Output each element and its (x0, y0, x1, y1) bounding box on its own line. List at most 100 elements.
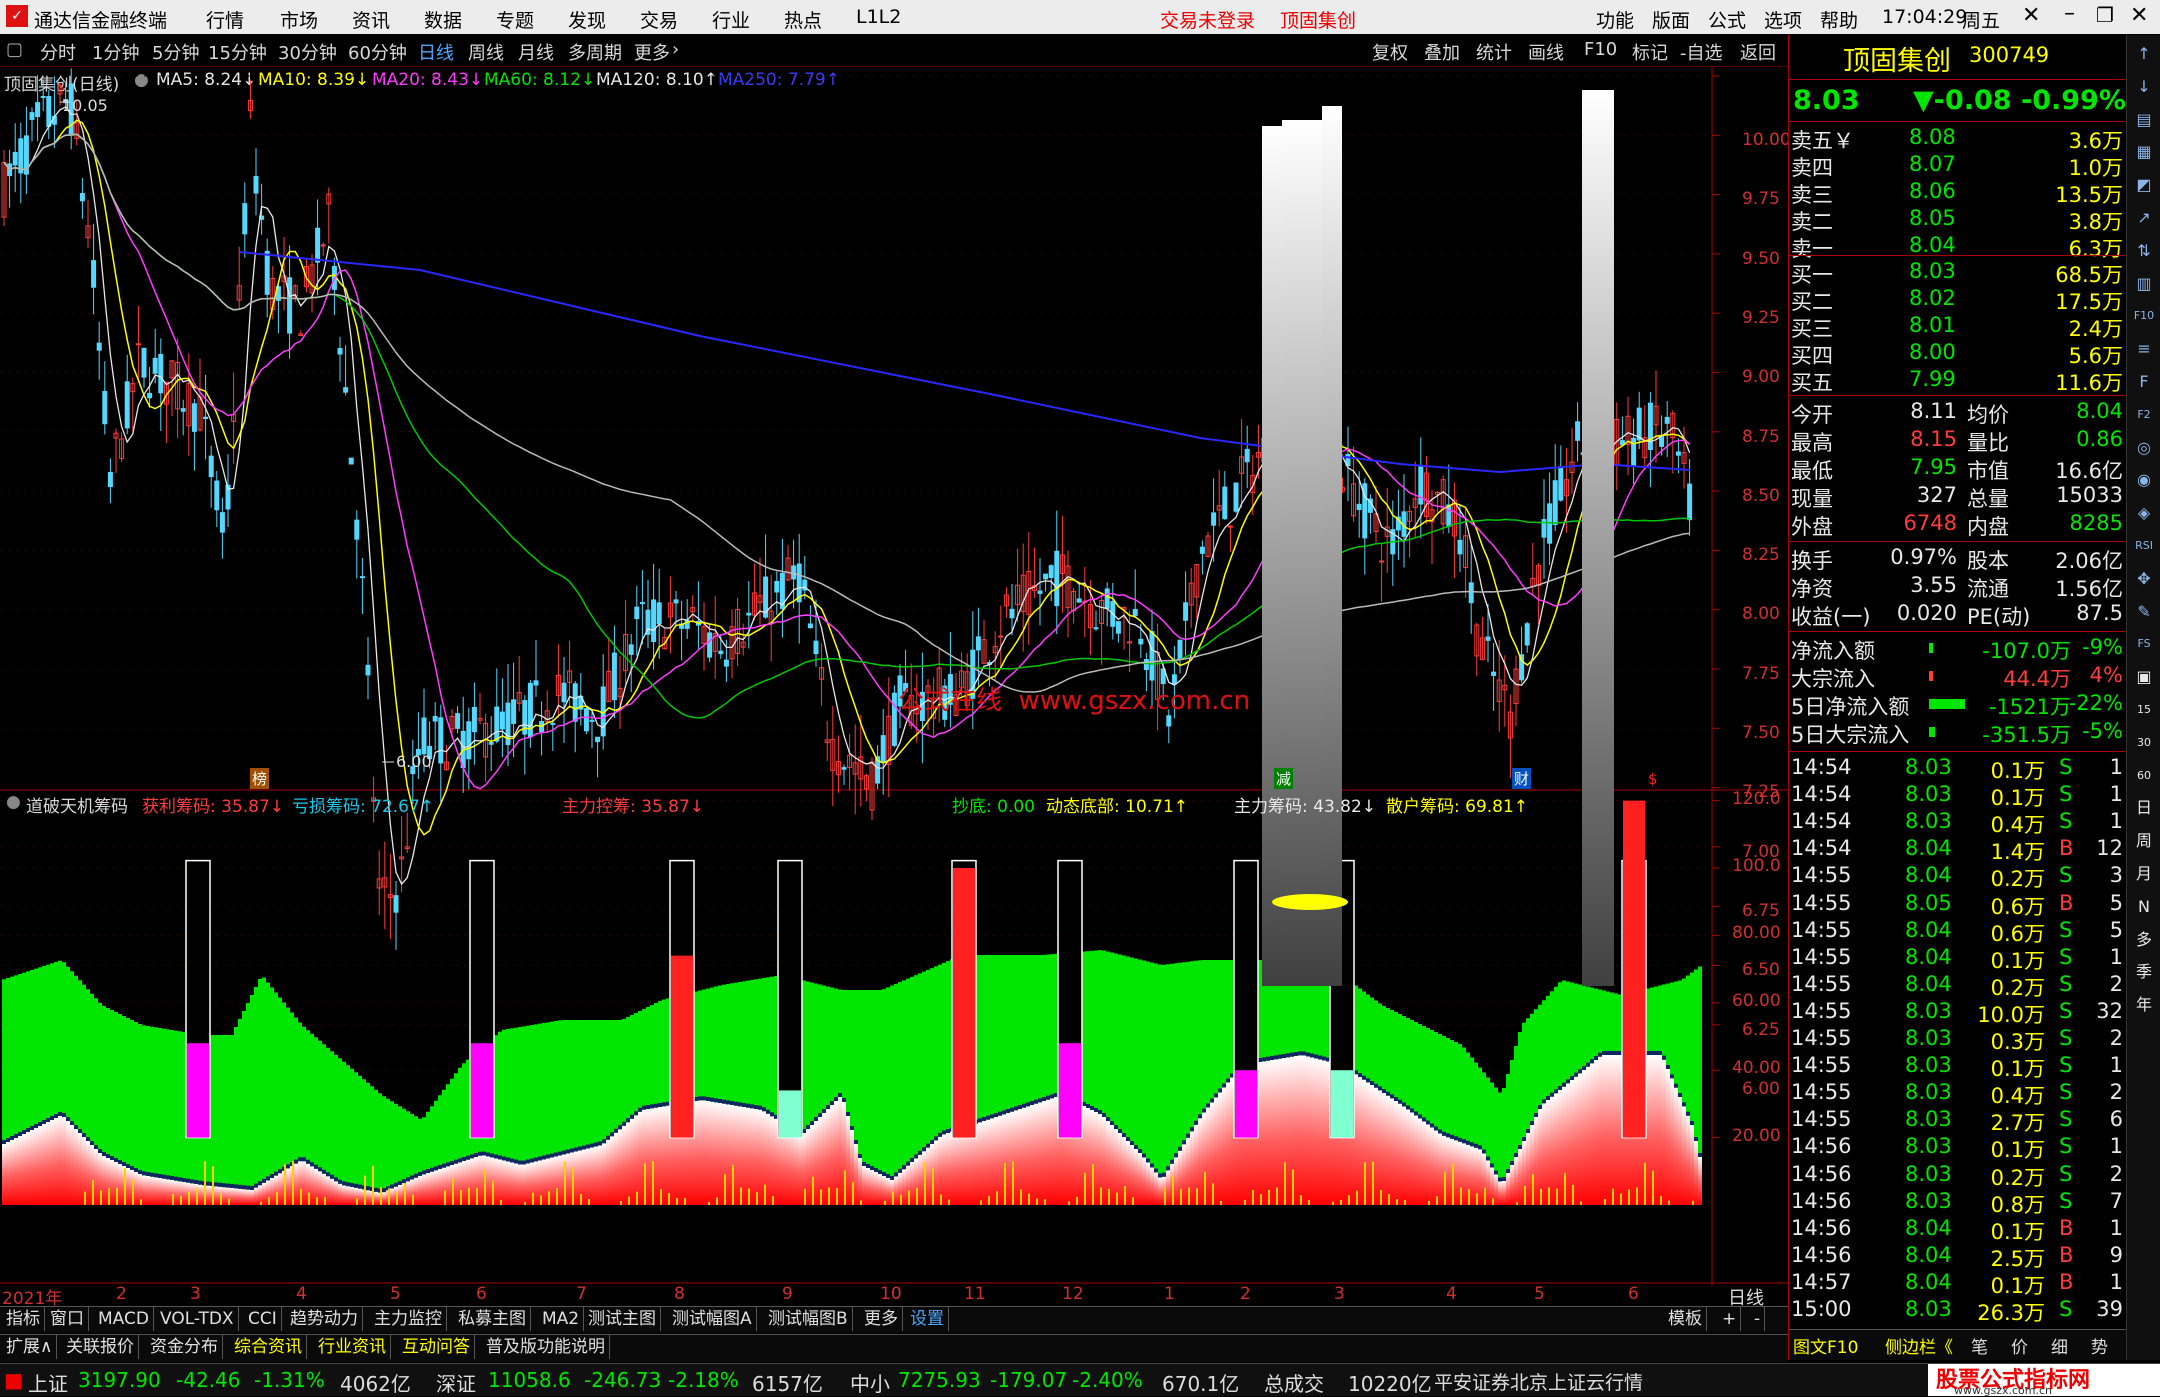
tab-settings[interactable]: 设置 (906, 1307, 949, 1331)
menu-bangzhu[interactable]: 帮助 (1820, 6, 1858, 33)
tab-jia[interactable]: 价 (2011, 1333, 2028, 1358)
sidebar-tool-icon[interactable]: ⇅ (2131, 238, 2157, 264)
tab-remove[interactable]: - (1750, 1307, 1766, 1331)
marker-jian[interactable]: 减 (1274, 768, 1294, 789)
tab-main-monitor[interactable]: 主力监控 (370, 1307, 447, 1331)
login-status[interactable]: 交易未登录 (1160, 6, 1255, 33)
period-multi[interactable]: 多周期 (568, 39, 622, 65)
bid-row[interactable]: 买一 8.03 68.5万 (1789, 259, 2127, 287)
sidebar-tool-icon[interactable]: RSI (2131, 533, 2157, 559)
sidebar-tool-icon[interactable]: ▤ (2131, 107, 2157, 133)
tool-biaoji[interactable]: 标记 (1632, 39, 1668, 65)
sidebar-tool-icon[interactable]: ◈ (2131, 500, 2157, 526)
sz-index-name[interactable]: 深证 (436, 1368, 476, 1397)
bid-row[interactable]: 买二 8.02 17.5万 (1789, 286, 2127, 314)
sidebar-tool-icon[interactable]: ◩ (2131, 172, 2157, 198)
tab-related-quotes[interactable]: 关联报价 (62, 1335, 139, 1359)
ask-row[interactable]: 卖四 8.07 1.0万 (1789, 152, 2127, 180)
sidebar-tool-icon[interactable]: 多 (2131, 927, 2157, 953)
menu-zixun[interactable]: 资讯 (352, 6, 390, 33)
sidebar-tool-icon[interactable]: ▣ (2131, 664, 2157, 690)
tab-test-main[interactable]: 测试主图 (584, 1307, 661, 1331)
period-monthly[interactable]: 月线 (518, 39, 554, 65)
menu-shuju[interactable]: 数据 (424, 6, 462, 33)
period-fenshi[interactable]: 分时 (40, 39, 76, 65)
chevron-right-icon[interactable]: › (672, 39, 679, 60)
sidebar-tool-icon[interactable]: F2 (2131, 402, 2157, 428)
period-weekly[interactable]: 周线 (468, 39, 504, 65)
sidebar-tool-icon[interactable]: F (2131, 369, 2157, 395)
minimize-icon[interactable]: – (2064, 1, 2075, 26)
tab-macd[interactable]: MACD (94, 1307, 154, 1331)
marker-bang[interactable]: 榜 (250, 768, 270, 789)
tool-fuquan[interactable]: 复权 (1372, 39, 1408, 65)
period-daily[interactable]: 日线 (418, 39, 454, 65)
tab-template[interactable]: 模板 (1664, 1307, 1707, 1331)
tab-xi[interactable]: 细 (2051, 1333, 2068, 1358)
tool-tongji[interactable]: 统计 (1476, 39, 1512, 65)
tab-private-main[interactable]: 私募主图 (454, 1307, 531, 1331)
tab-graphic-f10[interactable]: 图文F10 (1793, 1333, 1858, 1358)
menu-hangqing[interactable]: 行情 (206, 6, 244, 33)
tab-sidebar[interactable]: 侧边栏《 (1885, 1333, 1953, 1358)
sidebar-tool-icon[interactable]: ≡ (2131, 336, 2157, 362)
sidebar-tool-icon[interactable]: ↓ (2131, 74, 2157, 100)
period-30min[interactable]: 30分钟 (278, 39, 337, 65)
menu-redian[interactable]: 热点 (784, 6, 822, 33)
sidebar-tool-icon[interactable]: FS (2131, 631, 2157, 657)
menu-faxian[interactable]: 发现 (568, 6, 606, 33)
tab-bi[interactable]: 笔 (1971, 1333, 1988, 1358)
sidebar-tool-icon[interactable]: 60 (2131, 763, 2157, 789)
period-60min[interactable]: 60分钟 (348, 39, 407, 65)
sidebar-tool-icon[interactable]: ▦ (2131, 139, 2157, 165)
menu-banmian[interactable]: 版面 (1652, 6, 1690, 33)
sidebar-tool-icon[interactable]: F10 (2131, 303, 2157, 329)
bid-row[interactable]: 买三 8.01 2.4万 (1789, 313, 2127, 341)
tab-add[interactable]: + (1718, 1307, 1742, 1331)
tab-trend-power[interactable]: 趋势动力 (286, 1307, 363, 1331)
tab-industry-news[interactable]: 行业资讯 (314, 1335, 391, 1359)
sidebar-tool-icon[interactable]: ✎ (2131, 599, 2157, 625)
zx-index-name[interactable]: 中小 (850, 1368, 890, 1397)
tab-qa[interactable]: 互动问答 (398, 1335, 475, 1359)
sh-index-name[interactable]: 上证 (28, 1368, 68, 1397)
bid-row[interactable]: 买四 8.00 5.6万 (1789, 340, 2127, 368)
period-5min[interactable]: 5分钟 (152, 39, 199, 65)
tool-zixuan[interactable]: -自选 (1680, 39, 1723, 65)
sidebar-tool-icon[interactable]: 15 (2131, 697, 2157, 723)
sidebar-tool-icon[interactable]: 年 (2131, 992, 2157, 1018)
tool-huaxian[interactable]: 画线 (1528, 39, 1564, 65)
close-x-icon[interactable]: ✕ (2022, 3, 2040, 28)
sidebar-tool-icon[interactable]: 季 (2131, 959, 2157, 985)
sidebar-tool-icon[interactable]: N (2131, 894, 2157, 920)
tab-vol-tdx[interactable]: VOL-TDX (156, 1307, 239, 1331)
period-15min[interactable]: 15分钟 (208, 39, 267, 65)
sidebar-tool-icon[interactable]: ◎ (2131, 435, 2157, 461)
restore-icon[interactable]: ❐ (2096, 3, 2114, 27)
tab-test-sub-a[interactable]: 测试幅图A (668, 1307, 757, 1331)
tool-f10[interactable]: F10 (1584, 39, 1617, 60)
tab-expand[interactable]: 扩展∧ (2, 1335, 58, 1359)
menu-jiaoyi[interactable]: 交易 (640, 6, 678, 33)
sidebar-tool-icon[interactable]: 月 (2131, 861, 2157, 887)
sidebar-tool-icon[interactable]: ▥ (2131, 271, 2157, 297)
server-name[interactable]: 平安证券北京上证云行情 (1434, 1368, 1643, 1395)
sidebar-tool-icon[interactable]: ↑ (2131, 41, 2157, 67)
menu-shichang[interactable]: 市场 (280, 6, 318, 33)
menu-gongneng[interactable]: 功能 (1596, 6, 1634, 33)
ask-row[interactable]: 卖二 8.05 3.8万 (1789, 206, 2127, 234)
menu-l1l2[interactable]: L1L2 (856, 6, 901, 28)
tab-zhibiao[interactable]: 指标 (2, 1307, 45, 1331)
sidebar-tool-icon[interactable]: 30 (2131, 730, 2157, 756)
sidebar-tool-icon[interactable]: ↗ (2131, 205, 2157, 231)
tab-fund-dist[interactable]: 资金分布 (146, 1335, 223, 1359)
sidebar-tool-icon[interactable]: 日 (2131, 795, 2157, 821)
menu-xuanxiang[interactable]: 选项 (1764, 6, 1802, 33)
menu-zhuanti[interactable]: 专题 (496, 6, 534, 33)
tool-fanhui[interactable]: 返回 (1740, 39, 1776, 65)
panel-toggle-icon[interactable]: ▢ (6, 39, 23, 60)
sidebar-tool-icon[interactable]: 周 (2131, 828, 2157, 854)
tool-diejia[interactable]: 叠加 (1424, 39, 1460, 65)
tab-chuangkou[interactable]: 窗口 (46, 1307, 89, 1331)
tab-general-news[interactable]: 综合资讯 (230, 1335, 307, 1359)
